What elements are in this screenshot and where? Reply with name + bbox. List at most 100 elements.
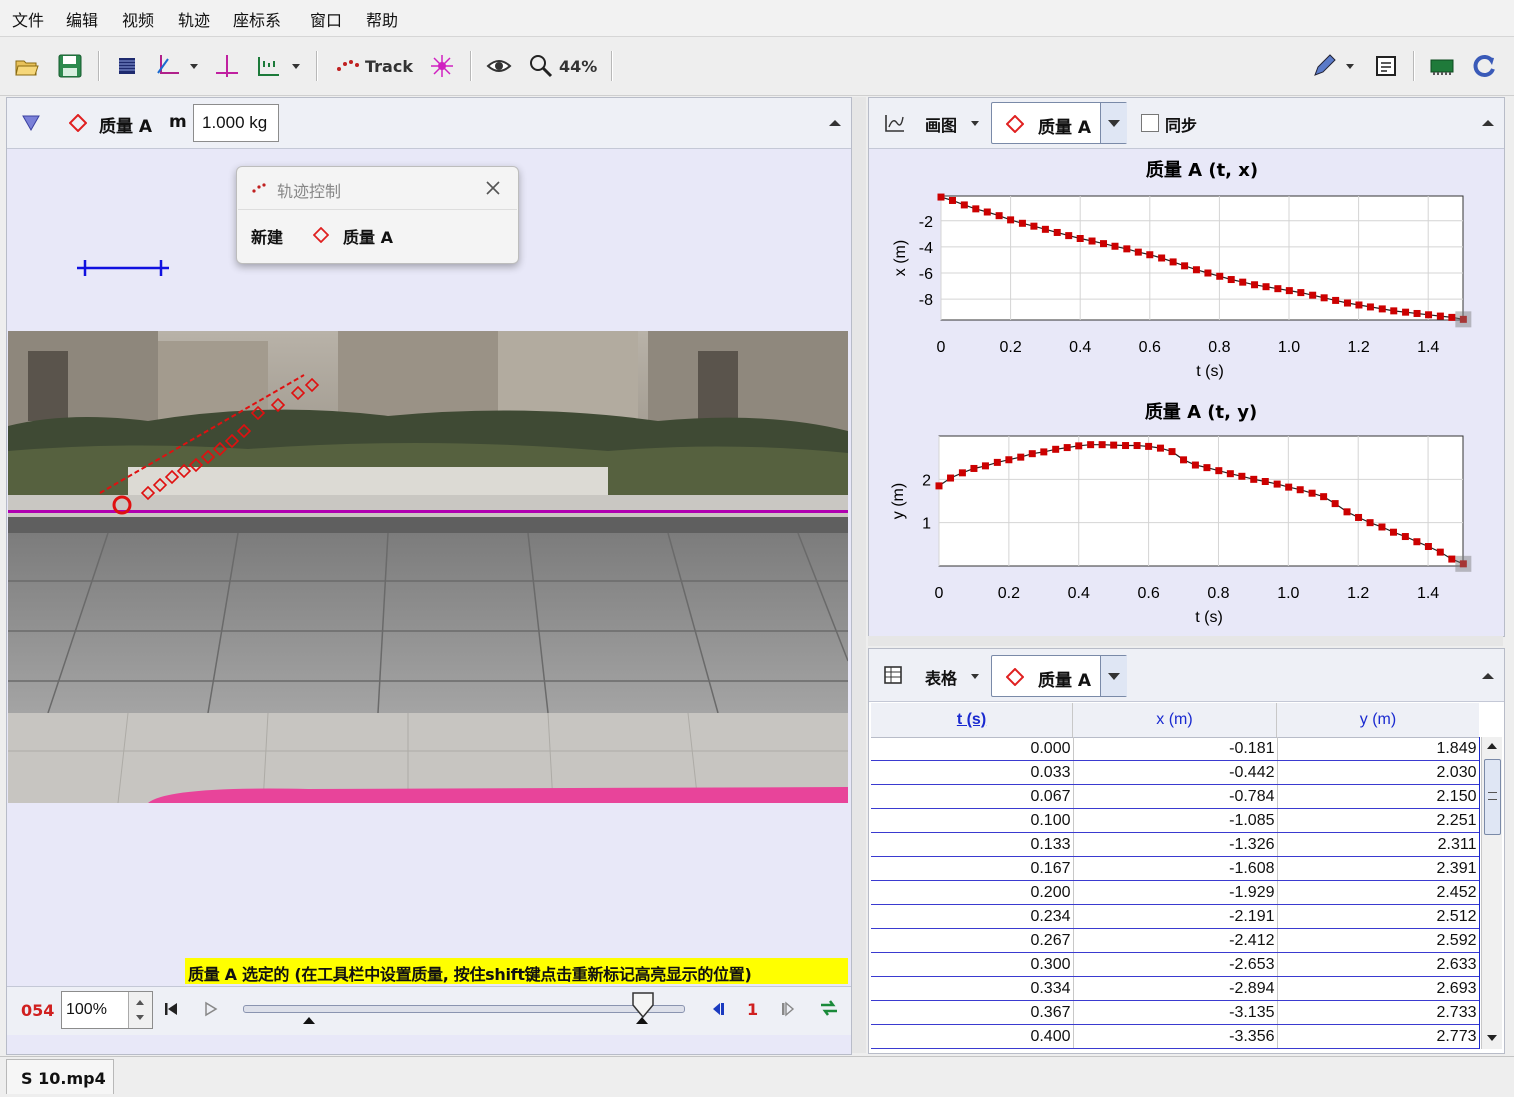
- cell-t[interactable]: 0.334: [871, 976, 1074, 1001]
- calibration-stick[interactable]: [75, 256, 175, 280]
- collapse-arrow-icon[interactable]: [1482, 673, 1494, 679]
- close-icon[interactable]: [485, 180, 501, 196]
- spinner-buttons[interactable]: [128, 992, 152, 1028]
- track-icon[interactable]: [334, 53, 360, 79]
- open-folder-icon[interactable]: [14, 53, 40, 79]
- cell-x[interactable]: -0.784: [1073, 784, 1278, 809]
- rewind-icon[interactable]: [163, 1001, 179, 1017]
- scroll-up-icon[interactable]: [1487, 743, 1497, 749]
- plot-icon[interactable]: [883, 113, 905, 133]
- cell-y[interactable]: 2.452: [1277, 880, 1479, 905]
- cell-y[interactable]: 2.512: [1277, 904, 1479, 929]
- collapse-arrow-icon[interactable]: [1482, 120, 1494, 126]
- cell-y[interactable]: 2.311: [1277, 832, 1479, 857]
- chevron-down-icon[interactable]: [190, 64, 198, 69]
- frame-number[interactable]: 054: [21, 1001, 54, 1020]
- end-marker-icon[interactable]: [636, 1017, 648, 1024]
- table-icon[interactable]: [883, 665, 903, 685]
- table-row[interactable]: 0.067 -0.784 2.150: [871, 784, 1479, 809]
- coord-axes-icon[interactable]: [155, 53, 181, 79]
- tab-video-file[interactable]: S 10.mp4: [6, 1059, 114, 1094]
- cell-t[interactable]: 0.367: [871, 1000, 1074, 1025]
- column-header-x[interactable]: x (m): [1073, 703, 1277, 737]
- cell-x[interactable]: -2.191: [1073, 904, 1278, 929]
- menu-video[interactable]: 视频: [122, 7, 154, 31]
- scroll-thumb[interactable]: [1484, 759, 1501, 835]
- cell-t[interactable]: 0.234: [871, 904, 1074, 929]
- table-row[interactable]: 0.367 -3.135 2.733: [871, 1000, 1479, 1025]
- dropdown-button[interactable]: [1100, 656, 1127, 696]
- play-icon[interactable]: [203, 1001, 219, 1017]
- dropdown-button[interactable]: [1100, 103, 1127, 143]
- refresh-icon[interactable]: [1471, 53, 1497, 79]
- sync-checkbox[interactable]: [1141, 114, 1159, 132]
- table-row[interactable]: 0.234 -2.191 2.512: [871, 904, 1479, 929]
- cell-t[interactable]: 0.000: [871, 737, 1074, 761]
- cell-t[interactable]: 0.267: [871, 928, 1074, 953]
- cell-t[interactable]: 0.067: [871, 784, 1074, 809]
- table-row[interactable]: 0.400 -3.356 2.773: [871, 1024, 1479, 1049]
- save-icon[interactable]: [57, 53, 83, 79]
- track-button[interactable]: Track: [365, 57, 413, 76]
- video-frame[interactable]: [8, 331, 848, 803]
- chevron-down-icon[interactable]: [292, 64, 300, 69]
- plot-track-select[interactable]: 质量 A: [991, 102, 1127, 144]
- menu-file[interactable]: 文件: [12, 7, 44, 31]
- cell-y[interactable]: 2.251: [1277, 808, 1479, 833]
- zoom-icon[interactable]: [528, 53, 554, 79]
- cell-t[interactable]: 0.133: [871, 832, 1074, 857]
- cell-x[interactable]: -2.412: [1073, 928, 1278, 953]
- track-name[interactable]: 质量 A: [99, 112, 152, 137]
- plot-area[interactable]: 0 0.2 0.4 0.6 0.8 1.0 1.2 1.4 -2 -4 -6 -8 质量 A (t, x…: [869, 150, 1504, 634]
- table-scrollbar[interactable]: [1481, 737, 1502, 1049]
- autotracker-icon[interactable]: [429, 53, 455, 79]
- calibration-icon[interactable]: [214, 53, 240, 79]
- chevron-down-icon[interactable]: [1108, 120, 1120, 127]
- menu-window[interactable]: 窗口: [310, 7, 342, 31]
- cell-x[interactable]: -2.894: [1073, 976, 1278, 1001]
- column-header-t[interactable]: t (s): [871, 703, 1073, 737]
- cell-x[interactable]: -1.326: [1073, 832, 1278, 857]
- cell-x[interactable]: -1.608: [1073, 856, 1278, 881]
- track-button-mass-a[interactable]: 质量 A: [343, 224, 393, 248]
- track-menu-icon[interactable]: [21, 114, 41, 132]
- column-header-y[interactable]: y (m): [1277, 703, 1479, 737]
- cell-y[interactable]: 2.773: [1277, 1024, 1479, 1049]
- cell-x[interactable]: -0.442: [1073, 760, 1278, 785]
- table-row[interactable]: 0.000 -0.181 1.849: [871, 737, 1479, 761]
- collapse-arrow-icon[interactable]: [829, 120, 841, 126]
- ruler-icon[interactable]: [256, 53, 282, 79]
- track-markers[interactable]: [8, 331, 848, 803]
- spinner-down-icon[interactable]: [136, 1015, 144, 1020]
- mass-field[interactable]: 1.000 kg: [193, 104, 279, 142]
- menu-help[interactable]: 帮助: [366, 7, 398, 31]
- slider-thumb[interactable]: [631, 991, 655, 1019]
- menu-edit[interactable]: 编辑: [66, 7, 98, 31]
- cell-y[interactable]: 2.693: [1277, 976, 1479, 1001]
- split-divider[interactable]: [852, 97, 866, 1053]
- cell-t[interactable]: 0.033: [871, 760, 1074, 785]
- chevron-down-icon[interactable]: [1108, 673, 1120, 680]
- chevron-down-icon[interactable]: [1346, 64, 1354, 69]
- eye-icon[interactable]: [486, 53, 512, 79]
- plot-view-label[interactable]: 画图: [925, 112, 957, 136]
- cell-y[interactable]: 2.030: [1277, 760, 1479, 785]
- clip-settings-icon[interactable]: [114, 53, 140, 79]
- step-size[interactable]: 1: [747, 1000, 758, 1019]
- cell-t[interactable]: 0.300: [871, 952, 1074, 977]
- rate-spinner[interactable]: 100%: [61, 991, 153, 1029]
- notes-icon[interactable]: [1373, 53, 1399, 79]
- table-row[interactable]: 0.334 -2.894 2.693: [871, 976, 1479, 1001]
- cell-y[interactable]: 2.592: [1277, 928, 1479, 953]
- frame-slider[interactable]: [243, 1005, 685, 1013]
- table-row[interactable]: 0.267 -2.412 2.592: [871, 928, 1479, 953]
- cell-t[interactable]: 0.400: [871, 1024, 1074, 1049]
- cell-x[interactable]: -3.135: [1073, 1000, 1278, 1025]
- table-row[interactable]: 0.300 -2.653 2.633: [871, 952, 1479, 977]
- cell-y[interactable]: 2.633: [1277, 952, 1479, 977]
- loop-icon[interactable]: [819, 999, 839, 1017]
- spinner-up-icon[interactable]: [136, 1000, 144, 1005]
- table-track-select[interactable]: 质量 A: [991, 655, 1127, 697]
- table-row[interactable]: 0.167 -1.608 2.391: [871, 856, 1479, 881]
- zoom-level[interactable]: 44%: [559, 57, 597, 76]
